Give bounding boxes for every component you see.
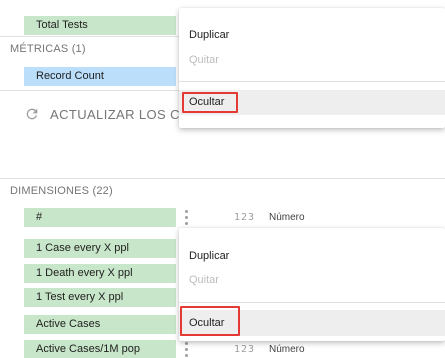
- highlight-box: [182, 92, 238, 113]
- section-divider: [0, 90, 180, 91]
- metrics-section-header: MÉTRICAS (1): [10, 43, 86, 55]
- menu-separator: [179, 81, 445, 82]
- field-chip-1-case-every-x-ppl[interactable]: 1 Case every X ppl: [24, 239, 176, 258]
- field-context-menu: Duplicar Quitar Ocultar: [179, 8, 445, 128]
- field-chip-total-tests[interactable]: Total Tests: [24, 16, 176, 35]
- dimensions-section-header: DIMENSIONES (22): [10, 185, 113, 197]
- field-chip-active-cases-1m-pop[interactable]: Active Cases/1M pop: [24, 340, 176, 358]
- highlight-box: [180, 306, 240, 336]
- field-chip-1-death-every-x-ppl[interactable]: 1 Death every X ppl: [24, 264, 176, 283]
- refresh-fields-button[interactable]: ACTUALIZAR LOS CAMPOS: [24, 102, 180, 126]
- menu-item-duplicate[interactable]: Duplicar: [179, 245, 445, 267]
- number-type-icon: 123: [234, 344, 256, 355]
- menu-item-remove: Quitar: [189, 54, 219, 66]
- field-chip-hash[interactable]: #: [24, 208, 176, 227]
- more-vert-icon[interactable]: [185, 210, 188, 225]
- menu-separator: [179, 302, 445, 303]
- field-row-details: 123 Número: [176, 340, 445, 358]
- field-chip-1-test-every-x-ppl[interactable]: 1 Test every X ppl: [24, 288, 176, 307]
- field-type-label: Número: [269, 212, 305, 223]
- refresh-icon: [26, 108, 38, 120]
- section-divider: [0, 178, 445, 179]
- more-vert-icon[interactable]: [185, 342, 188, 357]
- field-row-details: 123 Número: [176, 208, 445, 227]
- menu-item-duplicate[interactable]: Duplicar: [179, 24, 445, 46]
- section-divider: [0, 36, 180, 37]
- refresh-fields-label: ACTUALIZAR LOS CAMPOS: [50, 106, 180, 122]
- field-type-label: Número: [269, 344, 305, 355]
- number-type-icon: 123: [234, 212, 256, 223]
- field-chip-active-cases[interactable]: Active Cases: [24, 315, 176, 334]
- menu-item-remove: Quitar: [189, 274, 219, 286]
- field-chip-record-count[interactable]: Record Count: [24, 67, 176, 86]
- field-context-menu: Duplicar Quitar Ocultar: [179, 228, 445, 341]
